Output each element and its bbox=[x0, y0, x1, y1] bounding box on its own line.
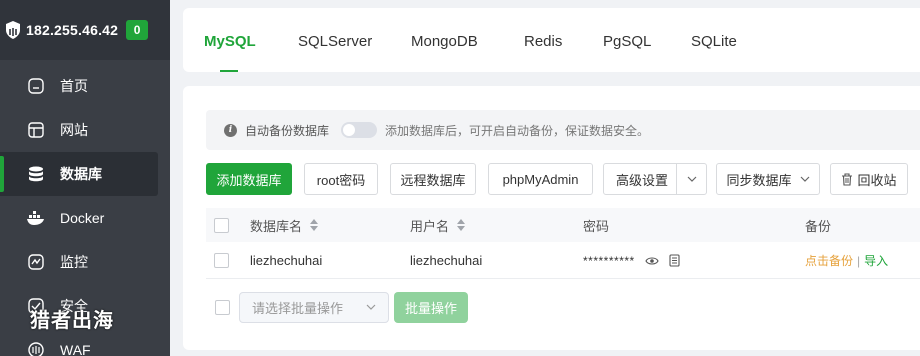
sync-database-dropdown[interactable]: 同步数据库 bbox=[716, 163, 820, 195]
sidebar-item-label: 网站 bbox=[60, 122, 88, 138]
table-header: 数据库名 用户名 密码 备份 bbox=[206, 208, 920, 242]
auto-backup-desc: 添加数据库后，可开启自动备份，保证数据安全。 bbox=[385, 123, 650, 138]
root-password-button[interactable]: root密码 bbox=[304, 163, 378, 195]
chevron-down-icon bbox=[800, 176, 809, 182]
row-database-name: liezhechuhai bbox=[250, 253, 323, 268]
eye-icon[interactable] bbox=[645, 256, 659, 266]
phpmyadmin-button[interactable]: phpMyAdmin bbox=[488, 163, 593, 195]
auto-backup-label: 自动备份数据库 bbox=[245, 123, 330, 138]
tab-pgsql[interactable]: PgSQL bbox=[603, 33, 651, 50]
docker-icon bbox=[26, 208, 46, 228]
batch-operation-select[interactable]: 请选择批量操作 bbox=[239, 292, 389, 323]
sidebar: 182.255.46.42 0 首页 网站 数据库 Docker 监控 安全 W… bbox=[0, 0, 170, 356]
tab-redis[interactable]: Redis bbox=[524, 33, 562, 50]
col-database-name-label: 数据库名 bbox=[250, 218, 303, 234]
chevron-down-icon bbox=[366, 304, 376, 310]
batch-select-placeholder: 请选择批量操作 bbox=[252, 301, 344, 316]
tab-sqlite[interactable]: SQLite bbox=[691, 33, 737, 50]
sidebar-item-label: Docker bbox=[60, 210, 105, 226]
divider: | bbox=[857, 253, 861, 268]
password-mask: ********** bbox=[583, 253, 635, 268]
sidebar-item-label: WAF bbox=[60, 342, 91, 356]
notification-badge[interactable]: 0 bbox=[126, 20, 149, 40]
website-icon bbox=[26, 120, 46, 140]
sidebar-item-monitor[interactable]: 监控 bbox=[0, 240, 170, 284]
row-checkbox[interactable] bbox=[214, 253, 229, 268]
sidebar-item-label: 监控 bbox=[60, 254, 88, 270]
row-username: liezhechuhai bbox=[410, 253, 483, 268]
shield-icon bbox=[6, 21, 20, 39]
database-type-tabs: MySQL SQLServer MongoDB Redis PgSQL SQLi… bbox=[183, 8, 920, 72]
tab-sqlserver[interactable]: SQLServer bbox=[298, 33, 372, 50]
sidebar-item-label: 首页 bbox=[60, 78, 88, 94]
table-row: liezhechuhai liezhechuhai ********** 点击备… bbox=[206, 243, 920, 279]
col-backup: 备份 bbox=[805, 218, 832, 234]
waf-icon bbox=[26, 340, 46, 356]
sidebar-item-docker[interactable]: Docker bbox=[0, 196, 170, 240]
batch-select-checkbox[interactable] bbox=[215, 300, 230, 315]
info-icon: i bbox=[224, 123, 237, 137]
server-header: 182.255.46.42 0 bbox=[0, 0, 170, 60]
server-ip: 182.255.46.42 bbox=[26, 22, 119, 38]
batch-operation-button[interactable]: 批量操作 bbox=[394, 292, 468, 323]
advanced-settings-dropdown[interactable]: 高级设置 bbox=[603, 163, 707, 195]
active-tab-indicator bbox=[220, 70, 238, 72]
sort-icon bbox=[310, 219, 319, 231]
select-all-checkbox[interactable] bbox=[214, 217, 229, 233]
chevron-down-icon bbox=[676, 164, 706, 194]
backup-now-link[interactable]: 点击备份 bbox=[805, 252, 853, 269]
main-panel: i 自动备份数据库 添加数据库后，可开启自动备份，保证数据安全。 添加数据库 r… bbox=[183, 86, 920, 350]
col-database-name[interactable]: 数据库名 bbox=[250, 208, 319, 242]
col-username-label: 用户名 bbox=[410, 218, 450, 234]
add-database-button[interactable]: 添加数据库 bbox=[206, 163, 292, 195]
remote-database-button[interactable]: 远程数据库 bbox=[390, 163, 476, 195]
sync-database-label: 同步数据库 bbox=[726, 172, 792, 188]
sidebar-item-website[interactable]: 网站 bbox=[0, 108, 170, 152]
database-icon bbox=[26, 164, 46, 184]
recycle-bin-label: 回收站 bbox=[857, 172, 897, 188]
trash-icon bbox=[842, 172, 853, 186]
recycle-bin-button[interactable]: 回收站 bbox=[830, 163, 908, 195]
tab-mongodb[interactable]: MongoDB bbox=[411, 33, 478, 50]
col-username[interactable]: 用户名 bbox=[410, 208, 466, 242]
copy-icon[interactable] bbox=[669, 254, 680, 267]
watermark: 猎者出海 bbox=[30, 308, 114, 332]
tab-mysql[interactable]: MySQL bbox=[204, 33, 256, 50]
row-password: ********** bbox=[583, 243, 680, 278]
sidebar-item-database[interactable]: 数据库 bbox=[0, 152, 158, 196]
sidebar-item-label: 数据库 bbox=[60, 166, 102, 182]
sidebar-item-home[interactable]: 首页 bbox=[0, 64, 170, 108]
monitor-icon bbox=[26, 252, 46, 272]
col-password: 密码 bbox=[583, 218, 610, 234]
row-backup: 点击备份 | 导入 bbox=[805, 243, 888, 278]
home-icon bbox=[26, 76, 46, 96]
import-link[interactable]: 导入 bbox=[864, 252, 888, 269]
auto-backup-toggle[interactable] bbox=[341, 122, 378, 138]
advanced-settings-label: 高级设置 bbox=[616, 172, 669, 188]
auto-backup-bar: i 自动备份数据库 添加数据库后，可开启自动备份，保证数据安全。 bbox=[206, 110, 920, 150]
sort-icon bbox=[457, 219, 466, 231]
